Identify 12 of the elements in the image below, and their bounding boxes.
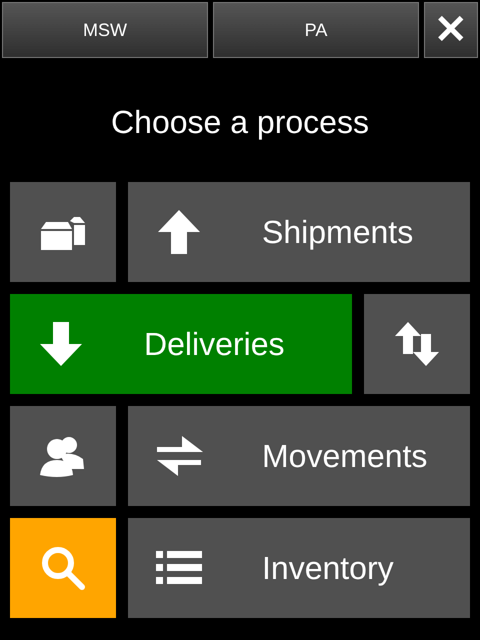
process-tile[interactable] <box>364 294 470 394</box>
process-tile[interactable] <box>10 406 116 506</box>
page-title: Choose a process <box>110 104 370 142</box>
process-button[interactable]: Shipments <box>128 182 470 282</box>
process-button[interactable]: Inventory <box>128 518 470 618</box>
close-button[interactable]: ✕ <box>424 2 478 58</box>
process-tile[interactable] <box>10 518 116 618</box>
process-tile[interactable] <box>10 182 116 282</box>
process-button[interactable]: Deliveries <box>10 294 352 394</box>
process-button[interactable]: Movements <box>128 406 470 506</box>
header-button[interactable]: PA <box>213 2 419 58</box>
header-button[interactable]: MSW <box>2 2 208 58</box>
